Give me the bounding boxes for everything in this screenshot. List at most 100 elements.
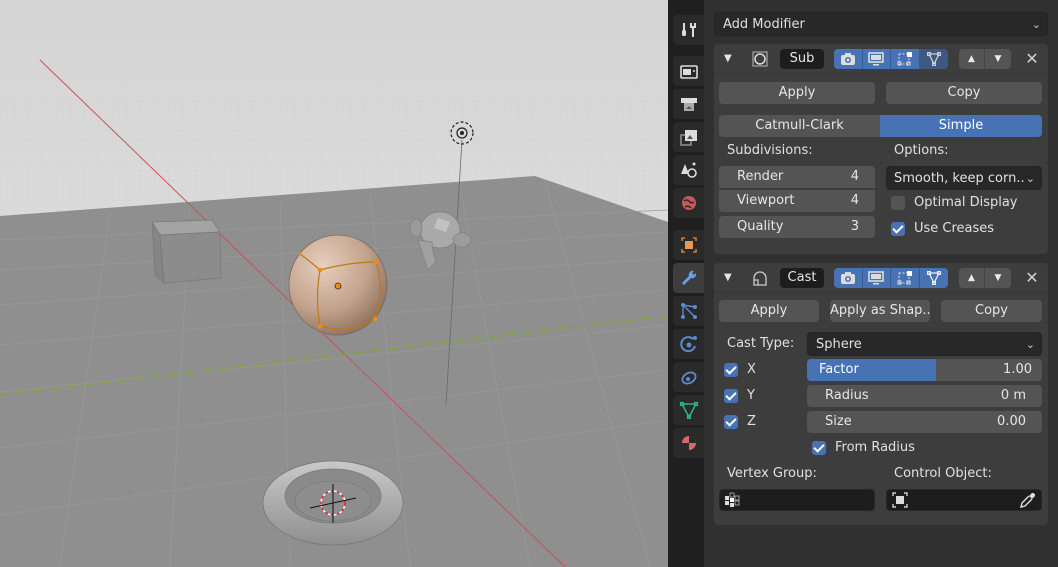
factor-slider[interactable]: Factor 1.00 <box>807 359 1042 381</box>
tab-constraints[interactable] <box>673 362 704 392</box>
wrench-icon <box>681 270 696 285</box>
subsurf-apply-button[interactable]: Apply <box>719 82 875 104</box>
camera-icon <box>840 272 855 284</box>
on-cage-toggle[interactable] <box>919 268 948 288</box>
cast-type-value: Sphere <box>816 337 862 352</box>
vertex-group-label: Vertex Group: <box>727 466 817 481</box>
cube-object[interactable] <box>151 219 222 284</box>
eyedropper-icon[interactable] <box>1019 491 1037 509</box>
uv-smooth-dropdown[interactable]: Smooth, keep corn.. ⌄ <box>886 166 1042 190</box>
apply-as-shape-button[interactable]: Apply as Shap.. <box>830 300 930 322</box>
cast-modifier-icon <box>750 268 770 288</box>
tab-mesh-data[interactable] <box>673 395 704 425</box>
subsurf-visibility-toggles <box>834 49 948 69</box>
from-radius-checkbox[interactable] <box>812 441 826 455</box>
tab-view-layer[interactable] <box>673 122 704 152</box>
render-toggle[interactable] <box>834 49 863 69</box>
3d-viewport[interactable] <box>0 0 668 567</box>
tab-output[interactable] <box>673 89 704 119</box>
tab-render[interactable] <box>673 56 704 86</box>
control-object-field[interactable] <box>886 489 1042 511</box>
add-modifier-dropdown[interactable]: Add Modifier ⌄ <box>714 12 1048 36</box>
editmode-toggle[interactable] <box>891 268 920 288</box>
subsurf-header: ▼ Sub ▲ ▼ ✕ <box>714 44 1048 74</box>
catmull-clark-option[interactable]: Catmull-Clark <box>719 115 880 137</box>
render-levels-value: 4 <box>850 169 859 184</box>
cast-type-dropdown[interactable]: Sphere ⌄ <box>807 332 1042 356</box>
move-down-button[interactable]: ▼ <box>985 268 1011 288</box>
render-toggle[interactable] <box>834 268 863 288</box>
cast-move-buttons: ▲ ▼ <box>959 268 1011 288</box>
scene-icon <box>680 162 697 178</box>
collapse-triangle-icon[interactable]: ▼ <box>724 268 736 288</box>
chevron-down-icon: ⌄ <box>1031 18 1041 31</box>
edit-mode-icon <box>897 271 912 285</box>
add-modifier-label: Add Modifier <box>723 17 805 32</box>
quality-field[interactable]: Quality 3 <box>719 216 875 238</box>
quality-label: Quality <box>737 219 784 234</box>
size-field[interactable]: Size 0.00 <box>807 411 1042 433</box>
monitor-icon <box>868 52 885 66</box>
monitor-icon <box>868 271 885 285</box>
cast-visibility-toggles <box>834 268 948 288</box>
use-creases-label: Use Creases <box>914 221 995 236</box>
viewport-toggle[interactable] <box>862 49 891 69</box>
vertex-group-icon <box>725 492 740 507</box>
cast-z-checkbox[interactable] <box>724 415 738 429</box>
editmode-toggle[interactable] <box>891 49 920 69</box>
cast-copy-button[interactable]: Copy <box>941 300 1042 322</box>
tab-scene[interactable] <box>673 155 704 185</box>
remove-modifier-button[interactable]: ✕ <box>1024 49 1040 69</box>
subsurf-copy-button[interactable]: Copy <box>886 82 1042 104</box>
move-down-button[interactable]: ▼ <box>985 49 1011 69</box>
cast-y-checkbox[interactable] <box>724 389 738 403</box>
cast-x-checkbox[interactable] <box>724 363 738 377</box>
radius-field[interactable]: Radius 0 m <box>807 385 1042 407</box>
sphere-object[interactable] <box>288 234 388 336</box>
tab-material[interactable] <box>673 428 704 458</box>
cast-x-label: X <box>747 362 756 377</box>
quality-value: 3 <box>850 219 859 234</box>
viewport-levels-value: 4 <box>850 193 859 208</box>
remove-modifier-button[interactable]: ✕ <box>1024 268 1040 288</box>
render-levels-field[interactable]: Render 4 <box>719 166 875 188</box>
subsurf-modifier-icon <box>750 49 770 69</box>
chevron-down-icon: ⌄ <box>1025 338 1035 351</box>
viewport-toggle[interactable] <box>862 268 891 288</box>
tab-modifiers[interactable] <box>673 263 704 293</box>
modifier-panel-area: Add Modifier ⌄ ▼ Sub ▲ ▼ ✕ Apply Copy Ca… <box>704 0 1058 567</box>
tab-object[interactable] <box>673 230 704 260</box>
cast-z-label: Z <box>747 414 756 429</box>
optimal-display-checkbox[interactable] <box>891 196 905 210</box>
cast-y-label: Y <box>747 388 755 403</box>
tab-physics[interactable] <box>673 329 704 359</box>
properties-editor: Add Modifier ⌄ ▼ Sub ▲ ▼ ✕ Apply Copy Ca… <box>668 0 1058 567</box>
factor-value: 1.00 <box>1003 362 1032 377</box>
cast-modifier-panel: ▼ Cast ▲ ▼ ✕ Apply Apply as Shap.. Copy … <box>714 263 1048 525</box>
tab-tool[interactable] <box>673 15 704 45</box>
viewport-levels-label: Viewport <box>737 193 795 208</box>
render-icon <box>679 65 698 79</box>
tab-world[interactable] <box>673 188 704 218</box>
options-label: Options: <box>894 143 949 158</box>
tool-icon <box>681 23 696 37</box>
move-up-button[interactable]: ▲ <box>959 49 985 69</box>
particles-icon <box>680 303 697 319</box>
viewport-scene <box>0 0 668 567</box>
simple-option[interactable]: Simple <box>880 115 1042 137</box>
chevron-down-icon: ⌄ <box>1025 172 1035 185</box>
mesh-data-icon <box>679 401 698 420</box>
cast-apply-button[interactable]: Apply <box>719 300 819 322</box>
vertex-group-field[interactable] <box>719 489 875 511</box>
viewport-levels-field[interactable]: Viewport 4 <box>719 190 875 212</box>
uv-smooth-value: Smooth, keep corn.. <box>894 171 1025 186</box>
subsurf-name-field[interactable]: Sub <box>780 49 824 69</box>
collapse-triangle-icon[interactable]: ▼ <box>724 49 736 69</box>
on-cage-toggle[interactable] <box>919 49 948 69</box>
move-up-button[interactable]: ▲ <box>959 268 985 288</box>
camera-icon <box>840 53 855 65</box>
view-layer-icon <box>679 130 697 146</box>
cast-name-field[interactable]: Cast <box>780 268 824 288</box>
use-creases-checkbox[interactable] <box>891 222 905 236</box>
tab-particles[interactable] <box>673 296 704 326</box>
